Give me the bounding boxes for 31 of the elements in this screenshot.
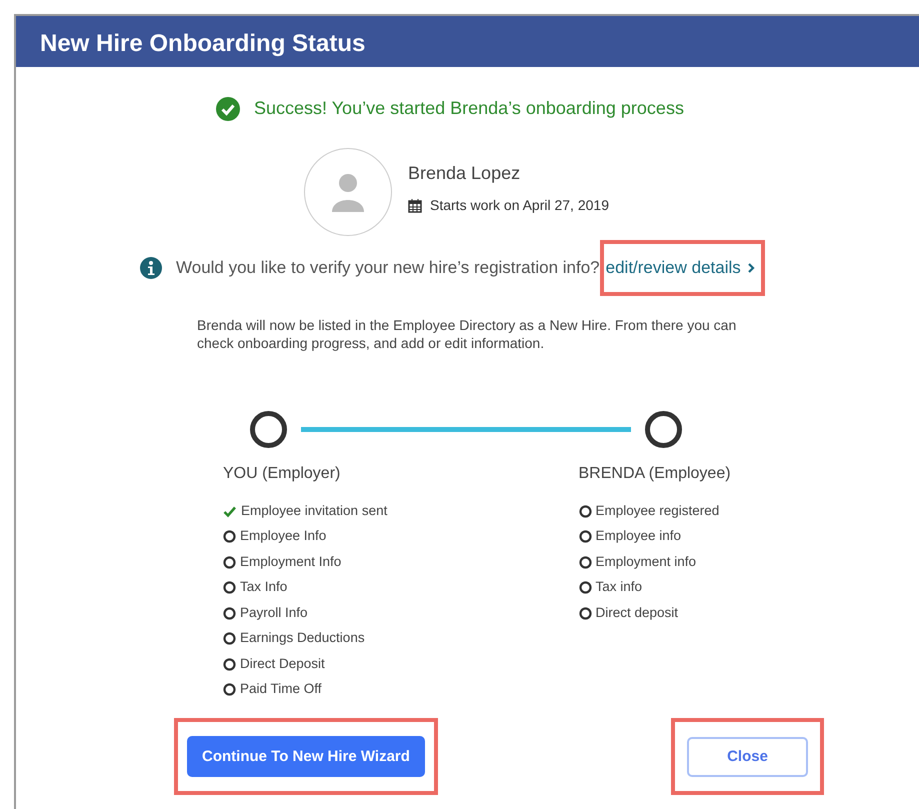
step-label: Earnings Deductions [240,629,365,648]
success-message: Success! You’ve started Brenda’s onboarding process [254,97,684,120]
step-label: Payroll Info [240,604,308,622]
check-circle-icon [216,96,240,120]
step-label: Employment Info [240,552,342,571]
window-title: New Hire Onboarding Status [16,16,919,67]
start-date: Starts work on April 27, 2019 [430,196,609,215]
step-label: Employment info [596,552,696,571]
verify-question: Would you like to verify your new hire’s registration info? [176,257,600,279]
step-circle [250,411,287,448]
step-label: Employee registered [596,502,720,520]
column-heading: YOU (Employer) [223,464,342,484]
step-circle [645,411,682,448]
step-label: Employee info [596,527,682,546]
step-label: Direct Deposit [240,654,325,673]
step-label: Direct deposit [596,604,678,622]
info-paragraph: Brenda will now be listed in the Employee Directory as a New Hire. From there you can check onboarding progress, and add or edit information. [197,316,738,354]
edit-details-link[interactable]: edit/review details [604,244,761,292]
person-silhouette-icon [330,172,366,212]
step-label: Tax info [596,578,642,596]
info-icon [140,256,162,279]
continue-button[interactable]: Continue To New Hire Wizard [187,736,425,778]
step-label: Employee Info [240,527,326,546]
step-label: Employee invitation sent [241,502,388,520]
step-label: Paid Time Off [240,680,322,698]
column-heading: BRENDA (Employee) [578,464,732,484]
calendar-icon [408,198,422,213]
close-button[interactable]: Close [687,736,808,777]
employee-name: Brenda Lopez [408,162,522,185]
chevron-right-icon [746,262,755,274]
step-label: Tax Info [240,578,288,596]
